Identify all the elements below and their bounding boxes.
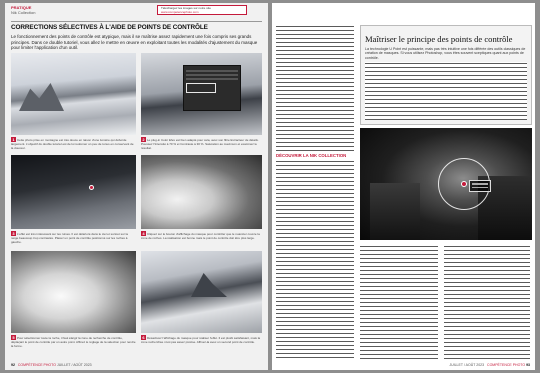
subsection-label: Nik Collection bbox=[11, 10, 36, 15]
slider-intensite[interactable] bbox=[186, 70, 238, 72]
peak-shape bbox=[191, 273, 227, 297]
column1-text-bottom bbox=[276, 160, 354, 358]
highlight-box bbox=[186, 83, 216, 93]
building-left bbox=[370, 183, 420, 240]
info-box: Maîtriser le principe des points de cont… bbox=[360, 25, 532, 125]
mountain-shape bbox=[19, 83, 64, 111]
footer-mag-right: COMPÉTENCE PHOTO bbox=[487, 363, 526, 367]
title-rule bbox=[11, 21, 262, 22]
step3-caption: 3 L'effet est très intéressant sur les ru… bbox=[11, 231, 136, 244]
step2-caption: 2 Le plug-in Color Efex est bien adapté p… bbox=[141, 137, 262, 150]
control-point-sliders[interactable] bbox=[469, 180, 491, 192]
right-page: DÉCOUVRIR LA NIK COLLECTION Maîtriser le… bbox=[272, 3, 535, 370]
step6-text: Désactivez l'affichage du masque pour ré… bbox=[141, 336, 261, 344]
box-title: Maîtriser le principe des points de cont… bbox=[365, 34, 513, 44]
night-photo bbox=[360, 128, 532, 240]
intro-text: Le fonctionnement des points de contrôle… bbox=[11, 34, 258, 50]
filter-panel[interactable] bbox=[183, 65, 241, 111]
column1-text-top bbox=[276, 25, 354, 151]
footer-issue-left: JUILLET / AOÛT 2023 bbox=[56, 363, 92, 367]
step4-caption: 4 Cliquez sur le bouton d'affichage du ma… bbox=[141, 231, 262, 240]
cp-slider-1[interactable] bbox=[472, 183, 488, 185]
step1-photo bbox=[11, 53, 136, 135]
step1-text: Cette photo prise en montagne est très d… bbox=[11, 138, 134, 150]
footer-right: JUILLET / AOÛT 2023 COMPÉTENCE PHOTO 93 bbox=[449, 363, 530, 367]
download-note: Téléchargez les images sur notre site ww… bbox=[157, 5, 247, 15]
step3-photo bbox=[11, 155, 136, 229]
control-point-marker[interactable] bbox=[461, 181, 467, 187]
footer-mag-left: COMPÉTENCE PHOTO bbox=[17, 363, 56, 367]
step5-text: Pour sélectionner toute la roche, il fau… bbox=[11, 336, 136, 348]
step6-caption: 6 Désactivez l'affichage du masque pour r… bbox=[141, 335, 262, 344]
step1-caption: 1 Cette photo prise en montagne est très … bbox=[11, 137, 136, 150]
subhead: DÉCOUVRIR LA NIK COLLECTION bbox=[276, 153, 347, 158]
step4-mask bbox=[141, 155, 262, 229]
step2-text: Le plug-in Color Efex est bien adapté po… bbox=[141, 138, 259, 150]
step4-text: Cliquez sur le bouton d'affichage du mas… bbox=[141, 232, 260, 240]
column2-text bbox=[360, 245, 438, 359]
box-body-continued bbox=[365, 62, 527, 121]
slider-saturation[interactable] bbox=[186, 78, 238, 80]
download-note-url[interactable]: www.competencephoto.com bbox=[161, 10, 243, 15]
control-point-marker[interactable] bbox=[89, 185, 94, 190]
page-number-right: 93 bbox=[526, 363, 530, 367]
left-page: PRATIQUE Nik Collection Téléchargez les … bbox=[5, 3, 268, 370]
page-number-left: 92 bbox=[11, 363, 15, 367]
box-body: La technologie U Point est puissante, ma… bbox=[365, 47, 526, 60]
step5-mask bbox=[11, 251, 136, 333]
page-title: CORRECTIONS SÉLECTIVES À L'AIDE DE POINT… bbox=[11, 24, 208, 31]
step2-screenshot bbox=[141, 53, 262, 135]
step6-photo bbox=[141, 251, 262, 333]
section-header: PRATIQUE Nik Collection bbox=[11, 5, 35, 15]
footer-left: 92 COMPÉTENCE PHOTO JUILLET / AOÛT 2023 bbox=[11, 363, 92, 367]
step5-caption: 5 Pour sélectionner toute la roche, il fa… bbox=[11, 335, 136, 348]
slider-contraste[interactable] bbox=[186, 74, 238, 76]
step3-text: L'effet est très intéressant sur les rui… bbox=[11, 232, 128, 244]
cp-slider-2[interactable] bbox=[472, 186, 488, 188]
column3-text bbox=[444, 245, 530, 359]
footer-issue-right: JUILLET / AOÛT 2023 bbox=[449, 363, 485, 367]
